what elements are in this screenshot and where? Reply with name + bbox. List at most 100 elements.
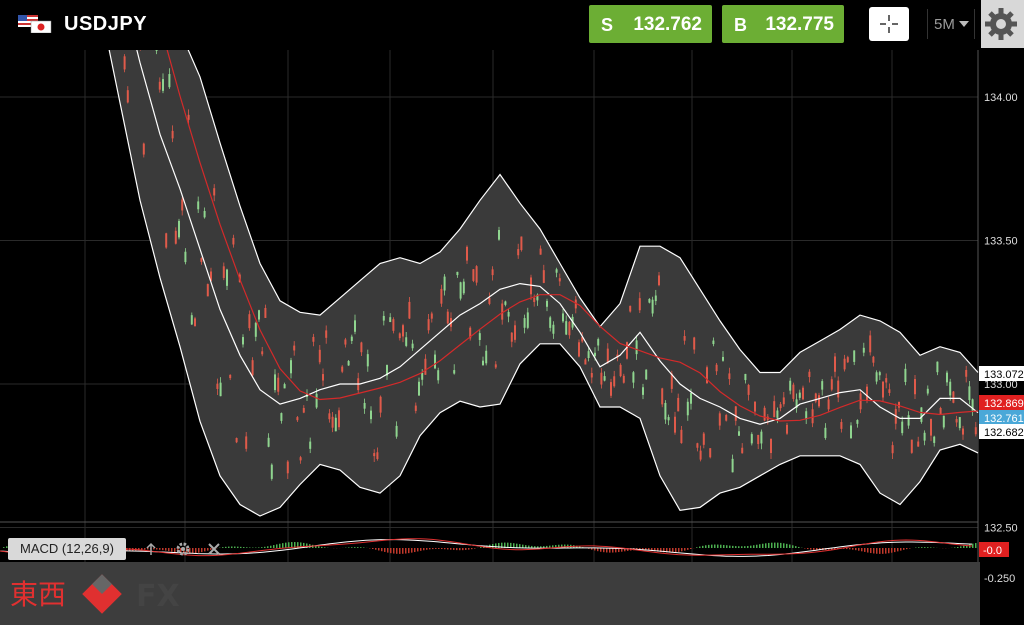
candle-body [526, 312, 529, 328]
macd-histogram-bar [396, 548, 398, 554]
macd-histogram-bar [168, 548, 170, 552]
candle-body [248, 314, 251, 329]
candle-body [891, 445, 894, 454]
macd-histogram-bar [867, 548, 869, 553]
candle-body [946, 372, 948, 383]
macd-histogram-bar [201, 548, 203, 553]
macd-histogram-bar [879, 548, 881, 554]
close-icon[interactable] [207, 542, 221, 556]
candle-body [242, 337, 244, 345]
instrument-symbol[interactable]: USDJPY [64, 13, 147, 36]
candle-body [264, 307, 267, 318]
macd-histogram-bar [675, 548, 677, 553]
macd-histogram-bar [258, 547, 260, 548]
candle-body [763, 407, 766, 421]
macd-histogram-bar [780, 542, 782, 548]
macd-histogram-bar [222, 547, 224, 548]
candle-body [414, 405, 417, 411]
macd-histogram-bar [444, 548, 446, 550]
candle-body [792, 384, 795, 399]
candle-body [235, 438, 238, 443]
macd-histogram-bar [414, 548, 416, 553]
candle [763, 405, 766, 422]
candle-body [549, 317, 552, 328]
macd-histogram-bar [687, 548, 689, 550]
arrow-up-icon[interactable] [144, 542, 158, 556]
candle-body [392, 319, 395, 331]
candle-body [853, 350, 856, 362]
buy-button[interactable]: B 132.775 [722, 5, 844, 43]
candle-body [533, 297, 536, 302]
candle-body [613, 376, 616, 387]
macd-histogram-bar [699, 546, 701, 548]
macd-histogram-bar [237, 546, 239, 548]
candle-body [478, 333, 481, 340]
candle-body [286, 461, 289, 474]
candle-body [786, 424, 788, 434]
candle-body [878, 372, 881, 376]
macd-label-text: MACD (12,26,9) [20, 541, 114, 556]
macd-histogram-bar [870, 548, 872, 554]
macd-histogram-bar [735, 546, 737, 548]
candle [802, 385, 804, 401]
candle-body [773, 401, 776, 418]
macd-histogram-bar [606, 548, 608, 553]
macd-histogram-bar [864, 548, 866, 552]
macd-histogram-bar [765, 543, 767, 548]
macd-histogram-bar [159, 548, 161, 550]
candle-body [510, 332, 513, 342]
crosshair-icon [880, 15, 898, 33]
candle-body [750, 434, 753, 444]
candle-body [846, 357, 849, 363]
macd-histogram-bar [378, 548, 380, 551]
candle-body [885, 378, 888, 383]
candle-body [328, 413, 331, 420]
macd-histogram-bar [321, 546, 323, 548]
macd-histogram-bar [372, 548, 374, 550]
timeframe-selector[interactable]: 5M [927, 9, 975, 39]
price-chart[interactable]: 135.00134.50134.00133.50133.00132.50 133… [0, 50, 1024, 625]
macd-histogram-bar [852, 548, 854, 550]
candle-body [725, 415, 728, 421]
macd-histogram-bar [744, 546, 746, 548]
crosshair-button[interactable] [869, 7, 909, 41]
indicator-gear-icon[interactable] [175, 541, 191, 557]
candle-body [315, 393, 318, 408]
candle-body [318, 349, 321, 363]
candle-body [542, 270, 545, 283]
candle-body [699, 450, 702, 460]
price-tag-text: 133.072 [984, 369, 1024, 381]
candle [942, 415, 945, 430]
settings-button[interactable] [981, 0, 1024, 48]
candle-body [155, 50, 158, 51]
candle-body [421, 372, 424, 380]
macd-indicator-label[interactable]: MACD (12,26,9) [8, 538, 126, 560]
candle-body [251, 360, 254, 376]
macd-histogram-bar [684, 548, 686, 551]
candle-body [379, 396, 382, 413]
macd-tag-text: -0.0 [983, 545, 1002, 557]
candle-body [354, 320, 356, 332]
macd-histogram-bar [924, 547, 926, 548]
candle-body [914, 379, 916, 395]
sell-button[interactable]: S 132.762 [589, 5, 712, 43]
candle [706, 365, 708, 384]
candle-body [341, 366, 344, 372]
macd-histogram-bar [732, 545, 734, 548]
candle-body [958, 417, 961, 429]
candle-body [434, 354, 436, 369]
candle-body [203, 210, 206, 218]
candle-body [648, 298, 651, 303]
macd-histogram-bar [459, 548, 461, 551]
candle-body [939, 407, 942, 415]
macd-histogram-bar [954, 547, 956, 548]
macd-histogram-bar [408, 548, 410, 554]
macd-histogram-bar [885, 548, 887, 554]
macd-histogram-bar [390, 548, 392, 554]
macd-histogram-bar [453, 548, 455, 550]
logo-kanji: 東西 [10, 578, 66, 611]
candle-body [875, 372, 878, 382]
macd-histogram-bar [813, 548, 815, 550]
candle-body [926, 388, 929, 394]
macd-histogram-bar [603, 548, 605, 553]
